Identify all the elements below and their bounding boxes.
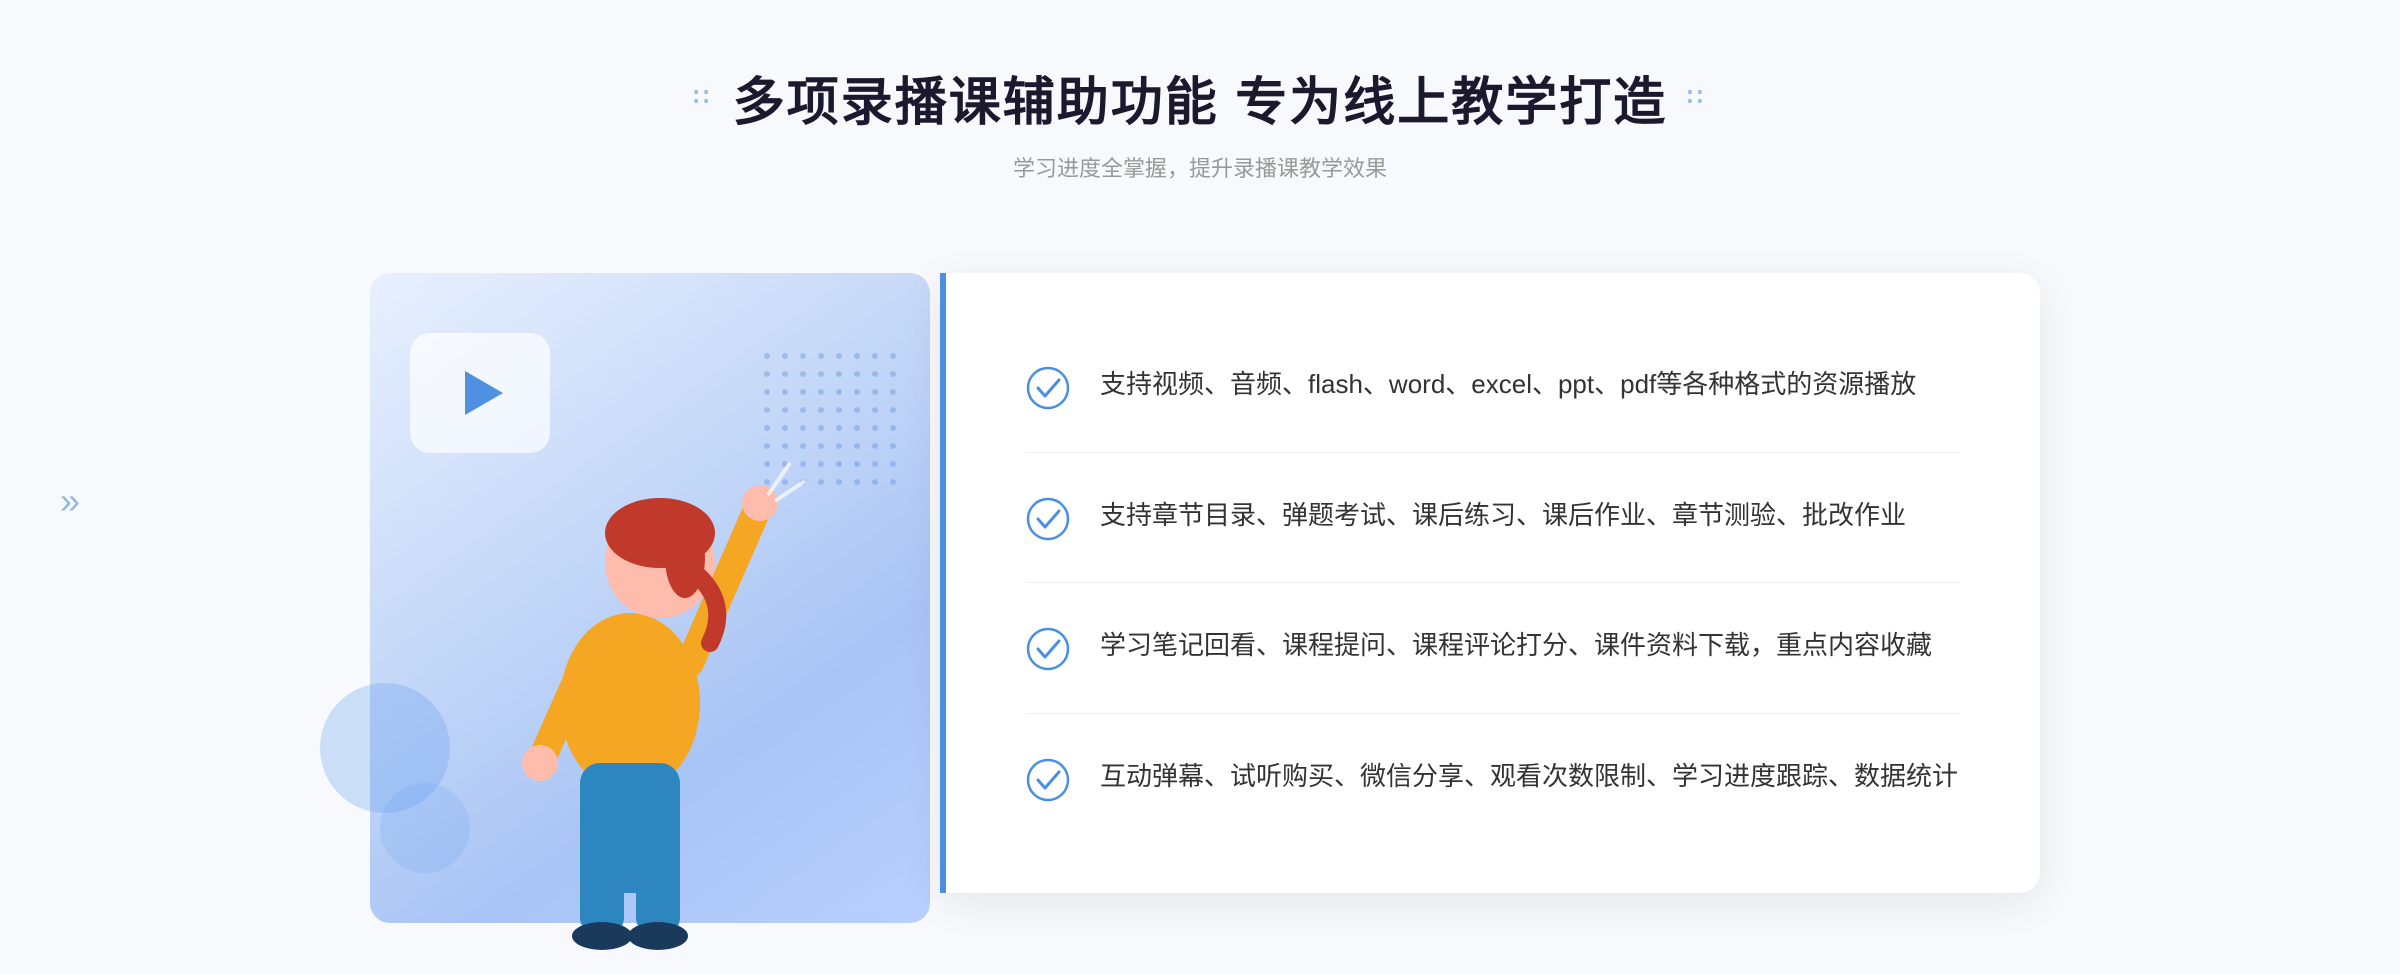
divider-1 [1026,452,1960,453]
header-section: ∷ 多项录播课辅助功能 专为线上教学打造 ∷ 学习进度全掌握，提升录播课教学效果 [693,60,1706,183]
feature-text-2: 支持章节目录、弹题考试、课后练习、课后作业、章节测验、批改作业 [1100,495,1906,537]
feature-text-3: 学习笔记回看、课程提问、课程评论打分、课件资料下载，重点内容收藏 [1100,625,1932,667]
human-figure [450,403,810,953]
feature-text-4: 互动弹幕、试听购买、微信分享、观看次数限制、学习进度跟踪、数据统计 [1100,756,1958,798]
feature-item-2: 支持章节目录、弹题考试、课后练习、课后作业、章节测验、批改作业 [1026,475,1960,561]
feature-item-1: 支持视频、音频、flash、word、excel、ppt、pdf等各种格式的资源… [1026,344,1960,430]
header-title: ∷ 多项录播课辅助功能 专为线上教学打造 ∷ [693,60,1706,135]
main-content: 支持视频、音频、flash、word、excel、ppt、pdf等各种格式的资源… [350,233,2050,973]
deco-dots-right: ∷ [1687,83,1706,112]
check-circle-icon-2 [1026,497,1070,541]
chevron-left-deco: » [60,480,72,522]
divider-3 [1026,713,1960,714]
divider-2 [1026,582,1960,583]
check-circle-icon-4 [1026,758,1070,802]
feature-item-4: 互动弹幕、试听购买、微信分享、观看次数限制、学习进度跟踪、数据统计 [1026,736,1960,822]
header-subtitle: 学习进度全掌握，提升录播课教学效果 [693,151,1706,183]
illustration-area [350,233,950,973]
deco-dots-left: ∷ [693,83,712,112]
feature-item-3: 学习笔记回看、课程提问、课程评论打分、课件资料下载，重点内容收藏 [1026,605,1960,691]
check-circle-icon-1 [1026,366,1070,410]
check-circle-icon-3 [1026,627,1070,671]
content-panel: 支持视频、音频、flash、word、excel、ppt、pdf等各种格式的资源… [940,273,2040,893]
feature-text-1: 支持视频、音频、flash、word、excel、ppt、pdf等各种格式的资源… [1100,364,1916,406]
page-container: » ∷ 多项录播课辅助功能 专为线上教学打造 ∷ 学习进度全掌握，提升录播课教学… [0,0,2400,974]
title-text: 多项录播课辅助功能 专为线上教学打造 [733,60,1667,135]
